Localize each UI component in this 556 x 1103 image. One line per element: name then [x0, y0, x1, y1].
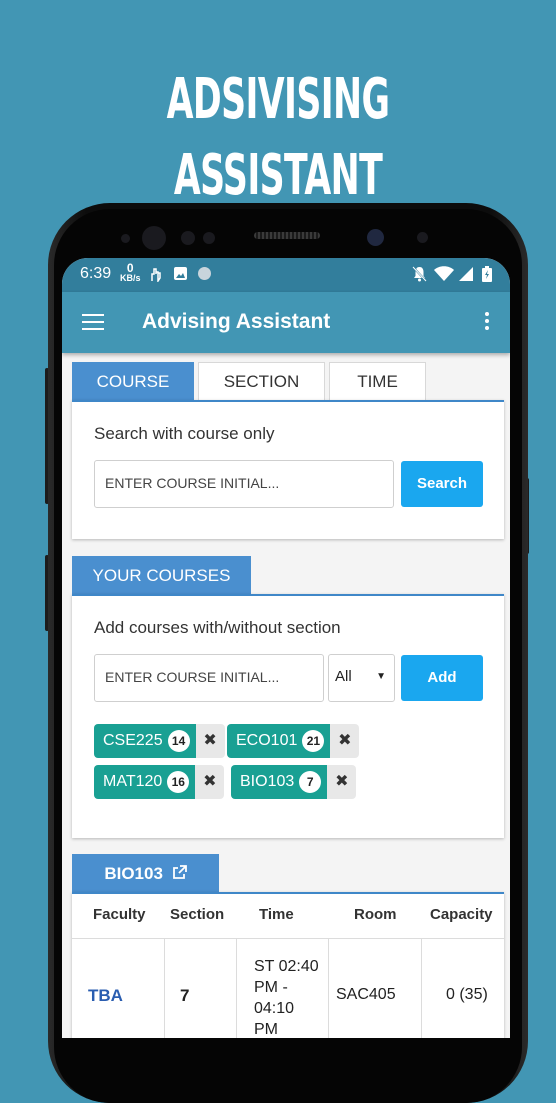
search-caption: Search with course only [94, 424, 275, 443]
remove-course-icon[interactable]: ✖ [330, 724, 360, 758]
sensor-icon [203, 232, 215, 244]
external-link-icon[interactable] [172, 865, 187, 880]
dropdown-arrow-icon: ▼ [376, 671, 386, 682]
section-cell: 7 [180, 986, 190, 1005]
search-button[interactable]: Search [401, 461, 483, 507]
header-faculty: Faculty [93, 906, 146, 923]
signal-icon [459, 267, 473, 281]
status-bar: 6:39 0 KB/s [62, 258, 510, 292]
tab-course[interactable]: COURSE [72, 362, 194, 400]
header-time: Time [259, 906, 294, 923]
battery-icon [482, 266, 492, 282]
faculty-link[interactable]: TBA [88, 986, 123, 1006]
sync-icon [198, 267, 211, 280]
tab-your-courses[interactable]: YOUR COURSES [72, 556, 251, 594]
phone-screen: 6:39 0 KB/s Advising Assistant COURSE SE… [62, 258, 510, 1038]
download-hand-icon [151, 268, 161, 282]
time-cell: ST 02:40 PM - 04:10 PM [254, 958, 319, 1038]
section-badge: 16 [167, 771, 190, 793]
front-camera-icon [142, 226, 166, 250]
promo-title: ADSIVISING ASSISTANT [166, 67, 390, 208]
course-chip[interactable]: BIO103 7 ✖ [231, 765, 357, 799]
sensor-icon [121, 234, 130, 243]
capacity-cell: 0 (35) [446, 986, 488, 1003]
course-detail-card: Faculty Section Time Room Capacity TBA 7… [72, 892, 504, 1038]
course-chip[interactable]: CSE225 14 ✖ [94, 724, 225, 758]
course-search-input[interactable]: ENTER COURSE INITIAL... [94, 460, 394, 508]
header-capacity: Capacity [430, 906, 493, 923]
tab-section[interactable]: SECTION [198, 362, 325, 400]
remove-course-icon[interactable]: ✖ [195, 765, 225, 799]
room-cell: SAC405 [336, 986, 396, 1003]
course-chip[interactable]: MAT120 16 ✖ [94, 765, 225, 799]
remove-course-icon[interactable]: ✖ [327, 765, 357, 799]
more-options-icon[interactable] [485, 312, 489, 333]
app-title: Advising Assistant [142, 310, 331, 333]
sensor-icon [181, 231, 195, 245]
remove-course-icon[interactable]: ✖ [195, 724, 225, 758]
menu-icon[interactable] [82, 314, 104, 330]
add-course-input[interactable]: ENTER COURSE INITIAL... [94, 654, 324, 702]
your-courses-card: Add courses with/without section ENTER C… [72, 594, 504, 838]
sensor-icon [417, 232, 428, 243]
course-chip[interactable]: ECO101 21 ✖ [227, 724, 360, 758]
gallery-icon [174, 267, 187, 280]
wifi-icon [434, 266, 454, 281]
section-badge: 21 [302, 730, 325, 752]
add-courses-caption: Add courses with/without section [94, 618, 341, 637]
earpiece-speaker [254, 232, 320, 239]
header-section: Section [170, 906, 225, 923]
notifications-off-icon [412, 266, 427, 282]
tab-time[interactable]: TIME [329, 362, 426, 400]
section-select[interactable]: All ▼ [328, 654, 395, 702]
add-button[interactable]: Add [401, 655, 483, 701]
header-room: Room [354, 906, 397, 923]
status-time: 6:39 [80, 265, 112, 282]
app-bar: Advising Assistant [62, 292, 510, 353]
section-badge: 14 [167, 730, 190, 752]
section-badge: 7 [299, 771, 322, 793]
iris-scanner-icon [367, 229, 384, 246]
tab-course-detail[interactable]: BIO103 [72, 854, 219, 892]
network-speed: 0 KB/s [120, 261, 141, 283]
search-card: Search with course only ENTER COURSE INI… [72, 400, 504, 539]
